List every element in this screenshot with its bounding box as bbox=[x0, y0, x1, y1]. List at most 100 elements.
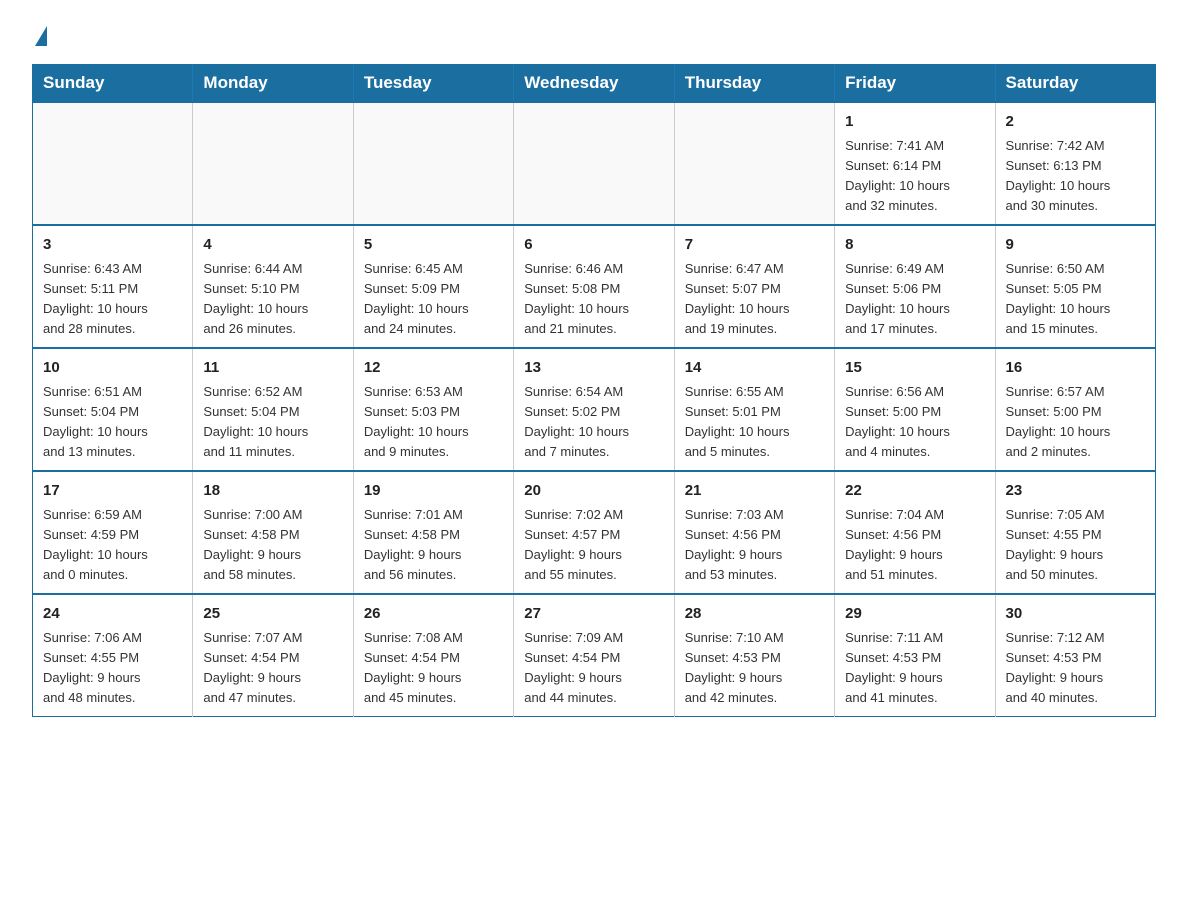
day-number: 4 bbox=[203, 234, 342, 257]
calendar-cell: 30Sunrise: 7:12 AM Sunset: 4:53 PM Dayli… bbox=[995, 594, 1155, 717]
day-number: 18 bbox=[203, 480, 342, 503]
day-info: Sunrise: 7:10 AM Sunset: 4:53 PM Dayligh… bbox=[685, 628, 824, 709]
calendar-cell: 22Sunrise: 7:04 AM Sunset: 4:56 PM Dayli… bbox=[835, 471, 995, 594]
calendar-cell: 1Sunrise: 7:41 AM Sunset: 6:14 PM Daylig… bbox=[835, 102, 995, 225]
day-of-week-monday: Monday bbox=[193, 65, 353, 103]
week-row-3: 10Sunrise: 6:51 AM Sunset: 5:04 PM Dayli… bbox=[33, 348, 1156, 471]
day-number: 29 bbox=[845, 603, 984, 626]
day-info: Sunrise: 6:53 AM Sunset: 5:03 PM Dayligh… bbox=[364, 382, 503, 463]
days-of-week-row: SundayMondayTuesdayWednesdayThursdayFrid… bbox=[33, 65, 1156, 103]
calendar-cell bbox=[193, 102, 353, 225]
day-info: Sunrise: 7:04 AM Sunset: 4:56 PM Dayligh… bbox=[845, 505, 984, 586]
day-number: 3 bbox=[43, 234, 182, 257]
calendar-cell: 13Sunrise: 6:54 AM Sunset: 5:02 PM Dayli… bbox=[514, 348, 674, 471]
day-of-week-wednesday: Wednesday bbox=[514, 65, 674, 103]
day-info: Sunrise: 6:54 AM Sunset: 5:02 PM Dayligh… bbox=[524, 382, 663, 463]
day-info: Sunrise: 6:46 AM Sunset: 5:08 PM Dayligh… bbox=[524, 259, 663, 340]
day-number: 17 bbox=[43, 480, 182, 503]
day-info: Sunrise: 7:06 AM Sunset: 4:55 PM Dayligh… bbox=[43, 628, 182, 709]
calendar-cell: 29Sunrise: 7:11 AM Sunset: 4:53 PM Dayli… bbox=[835, 594, 995, 717]
calendar-cell: 17Sunrise: 6:59 AM Sunset: 4:59 PM Dayli… bbox=[33, 471, 193, 594]
day-number: 2 bbox=[1006, 111, 1145, 134]
calendar-cell: 6Sunrise: 6:46 AM Sunset: 5:08 PM Daylig… bbox=[514, 225, 674, 348]
day-number: 14 bbox=[685, 357, 824, 380]
day-number: 9 bbox=[1006, 234, 1145, 257]
day-info: Sunrise: 6:44 AM Sunset: 5:10 PM Dayligh… bbox=[203, 259, 342, 340]
day-number: 7 bbox=[685, 234, 824, 257]
day-info: Sunrise: 7:03 AM Sunset: 4:56 PM Dayligh… bbox=[685, 505, 824, 586]
day-of-week-sunday: Sunday bbox=[33, 65, 193, 103]
calendar-cell: 12Sunrise: 6:53 AM Sunset: 5:03 PM Dayli… bbox=[353, 348, 513, 471]
day-number: 8 bbox=[845, 234, 984, 257]
day-info: Sunrise: 6:47 AM Sunset: 5:07 PM Dayligh… bbox=[685, 259, 824, 340]
day-of-week-saturday: Saturday bbox=[995, 65, 1155, 103]
calendar-cell: 14Sunrise: 6:55 AM Sunset: 5:01 PM Dayli… bbox=[674, 348, 834, 471]
calendar-cell: 8Sunrise: 6:49 AM Sunset: 5:06 PM Daylig… bbox=[835, 225, 995, 348]
day-number: 13 bbox=[524, 357, 663, 380]
calendar-cell: 9Sunrise: 6:50 AM Sunset: 5:05 PM Daylig… bbox=[995, 225, 1155, 348]
day-info: Sunrise: 6:51 AM Sunset: 5:04 PM Dayligh… bbox=[43, 382, 182, 463]
day-info: Sunrise: 7:09 AM Sunset: 4:54 PM Dayligh… bbox=[524, 628, 663, 709]
day-number: 30 bbox=[1006, 603, 1145, 626]
logo bbox=[32, 24, 47, 44]
calendar-cell: 3Sunrise: 6:43 AM Sunset: 5:11 PM Daylig… bbox=[33, 225, 193, 348]
day-info: Sunrise: 6:45 AM Sunset: 5:09 PM Dayligh… bbox=[364, 259, 503, 340]
calendar-cell: 4Sunrise: 6:44 AM Sunset: 5:10 PM Daylig… bbox=[193, 225, 353, 348]
day-info: Sunrise: 6:49 AM Sunset: 5:06 PM Dayligh… bbox=[845, 259, 984, 340]
day-number: 28 bbox=[685, 603, 824, 626]
day-info: Sunrise: 6:57 AM Sunset: 5:00 PM Dayligh… bbox=[1006, 382, 1145, 463]
week-row-2: 3Sunrise: 6:43 AM Sunset: 5:11 PM Daylig… bbox=[33, 225, 1156, 348]
calendar-cell: 5Sunrise: 6:45 AM Sunset: 5:09 PM Daylig… bbox=[353, 225, 513, 348]
calendar-cell: 23Sunrise: 7:05 AM Sunset: 4:55 PM Dayli… bbox=[995, 471, 1155, 594]
day-number: 10 bbox=[43, 357, 182, 380]
calendar-cell: 7Sunrise: 6:47 AM Sunset: 5:07 PM Daylig… bbox=[674, 225, 834, 348]
day-number: 22 bbox=[845, 480, 984, 503]
day-info: Sunrise: 7:42 AM Sunset: 6:13 PM Dayligh… bbox=[1006, 136, 1145, 217]
day-info: Sunrise: 6:55 AM Sunset: 5:01 PM Dayligh… bbox=[685, 382, 824, 463]
calendar-cell bbox=[514, 102, 674, 225]
day-number: 19 bbox=[364, 480, 503, 503]
calendar-cell: 19Sunrise: 7:01 AM Sunset: 4:58 PM Dayli… bbox=[353, 471, 513, 594]
day-number: 16 bbox=[1006, 357, 1145, 380]
day-number: 1 bbox=[845, 111, 984, 134]
day-number: 21 bbox=[685, 480, 824, 503]
day-info: Sunrise: 6:50 AM Sunset: 5:05 PM Dayligh… bbox=[1006, 259, 1145, 340]
day-info: Sunrise: 7:11 AM Sunset: 4:53 PM Dayligh… bbox=[845, 628, 984, 709]
day-number: 27 bbox=[524, 603, 663, 626]
calendar-cell: 20Sunrise: 7:02 AM Sunset: 4:57 PM Dayli… bbox=[514, 471, 674, 594]
calendar-cell bbox=[33, 102, 193, 225]
day-number: 24 bbox=[43, 603, 182, 626]
day-info: Sunrise: 7:01 AM Sunset: 4:58 PM Dayligh… bbox=[364, 505, 503, 586]
calendar-body: 1Sunrise: 7:41 AM Sunset: 6:14 PM Daylig… bbox=[33, 102, 1156, 717]
calendar-cell: 18Sunrise: 7:00 AM Sunset: 4:58 PM Dayli… bbox=[193, 471, 353, 594]
header bbox=[32, 24, 1156, 44]
day-info: Sunrise: 7:05 AM Sunset: 4:55 PM Dayligh… bbox=[1006, 505, 1145, 586]
day-info: Sunrise: 7:12 AM Sunset: 4:53 PM Dayligh… bbox=[1006, 628, 1145, 709]
calendar-cell bbox=[674, 102, 834, 225]
day-info: Sunrise: 6:56 AM Sunset: 5:00 PM Dayligh… bbox=[845, 382, 984, 463]
day-info: Sunrise: 7:41 AM Sunset: 6:14 PM Dayligh… bbox=[845, 136, 984, 217]
calendar-cell: 11Sunrise: 6:52 AM Sunset: 5:04 PM Dayli… bbox=[193, 348, 353, 471]
calendar-cell: 15Sunrise: 6:56 AM Sunset: 5:00 PM Dayli… bbox=[835, 348, 995, 471]
week-row-4: 17Sunrise: 6:59 AM Sunset: 4:59 PM Dayli… bbox=[33, 471, 1156, 594]
day-info: Sunrise: 7:00 AM Sunset: 4:58 PM Dayligh… bbox=[203, 505, 342, 586]
calendar-cell: 25Sunrise: 7:07 AM Sunset: 4:54 PM Dayli… bbox=[193, 594, 353, 717]
day-number: 25 bbox=[203, 603, 342, 626]
day-of-week-friday: Friday bbox=[835, 65, 995, 103]
day-number: 12 bbox=[364, 357, 503, 380]
day-number: 15 bbox=[845, 357, 984, 380]
calendar-cell: 27Sunrise: 7:09 AM Sunset: 4:54 PM Dayli… bbox=[514, 594, 674, 717]
week-row-1: 1Sunrise: 7:41 AM Sunset: 6:14 PM Daylig… bbox=[33, 102, 1156, 225]
calendar-header: SundayMondayTuesdayWednesdayThursdayFrid… bbox=[33, 65, 1156, 103]
day-info: Sunrise: 6:43 AM Sunset: 5:11 PM Dayligh… bbox=[43, 259, 182, 340]
calendar-cell: 21Sunrise: 7:03 AM Sunset: 4:56 PM Dayli… bbox=[674, 471, 834, 594]
day-number: 6 bbox=[524, 234, 663, 257]
calendar-cell: 2Sunrise: 7:42 AM Sunset: 6:13 PM Daylig… bbox=[995, 102, 1155, 225]
calendar-cell: 16Sunrise: 6:57 AM Sunset: 5:00 PM Dayli… bbox=[995, 348, 1155, 471]
day-number: 11 bbox=[203, 357, 342, 380]
calendar-cell: 24Sunrise: 7:06 AM Sunset: 4:55 PM Dayli… bbox=[33, 594, 193, 717]
day-number: 20 bbox=[524, 480, 663, 503]
week-row-5: 24Sunrise: 7:06 AM Sunset: 4:55 PM Dayli… bbox=[33, 594, 1156, 717]
day-of-week-thursday: Thursday bbox=[674, 65, 834, 103]
logo-triangle-icon bbox=[35, 26, 47, 46]
